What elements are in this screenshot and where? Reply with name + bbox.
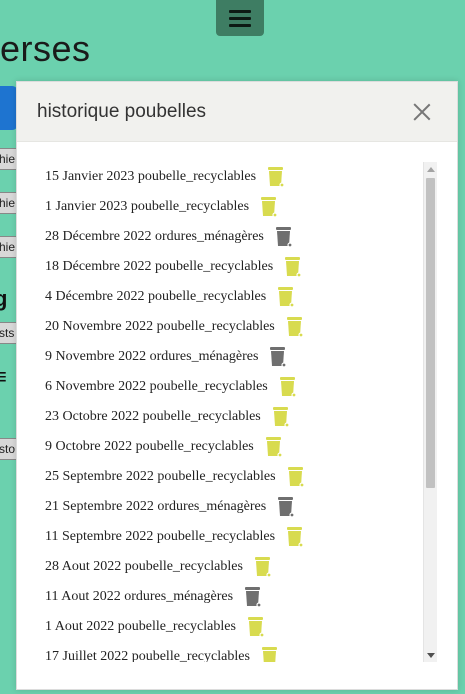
database-icon: ≡ — [0, 364, 7, 389]
history-item: 23 Octobre 2022 poubelle_recyclables — [17, 402, 437, 432]
trash-bin-yellow-icon — [278, 376, 298, 398]
scroll-down-button[interactable] — [424, 648, 437, 662]
trash-bin-yellow-icon — [285, 526, 305, 548]
trash-bin-yellow-icon — [264, 436, 284, 458]
modal-header: historique poubelles — [17, 82, 457, 142]
history-item: 1 Aout 2022 poubelle_recyclables — [17, 612, 437, 642]
history-item-label: 15 Janvier 2023 poubelle_recyclables — [45, 169, 257, 184]
menu-button[interactable] — [216, 0, 264, 36]
history-modal: historique poubelles 15 Janvier 2023 pou… — [16, 81, 458, 690]
scroll-up-button[interactable] — [424, 162, 437, 176]
history-item-label: 1 Aout 2022 poubelle_recyclables — [45, 619, 236, 634]
history-item-label: 11 Aout 2022 ordures_ménagères — [45, 589, 234, 604]
history-item-label: 25 Septembre 2022 poubelle_recyclables — [45, 469, 276, 484]
history-list-container[interactable]: 15 Janvier 2023 poubelle_recyclables 1 Ja… — [17, 162, 437, 662]
history-item-label: 21 Septembre 2022 ordures_ménagères — [45, 499, 267, 514]
trash-bin-grey-icon — [268, 346, 288, 368]
scrollbar[interactable] — [423, 162, 437, 662]
history-item-label: 4 Décembre 2022 poubelle_recyclables — [45, 289, 267, 304]
modal-title: historique poubelles — [37, 100, 207, 122]
trash-bin-yellow-icon — [276, 286, 296, 308]
history-item: 17 Juillet 2022 poubelle_recyclables — [17, 642, 437, 662]
history-item: 1 Janvier 2023 poubelle_recyclables — [17, 192, 437, 222]
history-item-label: 18 Décembre 2022 poubelle_recyclables — [45, 259, 274, 274]
history-item: 25 Septembre 2022 poubelle_recyclables — [17, 462, 437, 492]
page-title-fragment: erses — [0, 28, 91, 69]
history-item-label: 23 Octobre 2022 poubelle_recyclables — [45, 409, 261, 424]
history-item: 9 Novembre 2022 ordures_ménagères — [17, 342, 437, 372]
trash-bin-yellow-icon — [283, 256, 303, 278]
history-item-label: 28 Décembre 2022 ordures_ménagères — [45, 229, 264, 244]
history-item: 18 Décembre 2022 poubelle_recyclables — [17, 252, 437, 282]
trash-bin-yellow-icon — [260, 646, 280, 662]
history-item: 15 Janvier 2023 poubelle_recyclables — [17, 162, 437, 192]
trash-bin-grey-icon — [276, 496, 296, 518]
trash-bin-yellow-icon — [246, 616, 266, 638]
close-icon[interactable] — [413, 103, 431, 121]
trash-bin-yellow-icon — [259, 196, 279, 218]
side-glyph-icon: g — [0, 286, 8, 311]
history-item: 6 Novembre 2022 poubelle_recyclables — [17, 372, 437, 402]
history-item: 28 Décembre 2022 ordures_ménagères — [17, 222, 437, 252]
history-item-label: 28 Aout 2022 poubelle_recyclables — [45, 559, 243, 574]
history-list: 15 Janvier 2023 poubelle_recyclables 1 Ja… — [17, 162, 437, 662]
history-item: 4 Décembre 2022 poubelle_recyclables — [17, 282, 437, 312]
history-item: 20 Novembre 2022 poubelle_recyclables — [17, 312, 437, 342]
trash-bin-yellow-icon — [266, 166, 286, 188]
history-item-label: 20 Novembre 2022 poubelle_recyclables — [45, 319, 275, 334]
history-item-label: 9 Novembre 2022 ordures_ménagères — [45, 349, 259, 364]
history-item: 9 Octobre 2022 poubelle_recyclables — [17, 432, 437, 462]
history-item-label: 6 Novembre 2022 poubelle_recyclables — [45, 379, 268, 394]
history-item-label: 1 Janvier 2023 poubelle_recyclables — [45, 199, 250, 214]
trash-bin-yellow-icon — [286, 466, 306, 488]
trash-bin-yellow-icon — [253, 556, 273, 578]
scroll-thumb[interactable] — [426, 178, 435, 488]
history-item-label: 11 Septembre 2022 poubelle_recyclables — [45, 529, 276, 544]
trash-bin-grey-icon — [274, 226, 294, 248]
history-item-label: 17 Juillet 2022 poubelle_recyclables — [45, 649, 250, 662]
hamburger-icon — [229, 8, 251, 29]
trash-bin-yellow-icon — [285, 316, 305, 338]
history-item: 11 Septembre 2022 poubelle_recyclables — [17, 522, 437, 552]
trash-bin-yellow-icon — [271, 406, 291, 428]
history-item: 11 Aout 2022 ordures_ménagères — [17, 582, 437, 612]
trash-bin-grey-icon — [243, 586, 263, 608]
history-item: 28 Aout 2022 poubelle_recyclables — [17, 552, 437, 582]
history-item: 21 Septembre 2022 ordures_ménagères — [17, 492, 437, 522]
history-item-label: 9 Octobre 2022 poubelle_recyclables — [45, 439, 254, 454]
